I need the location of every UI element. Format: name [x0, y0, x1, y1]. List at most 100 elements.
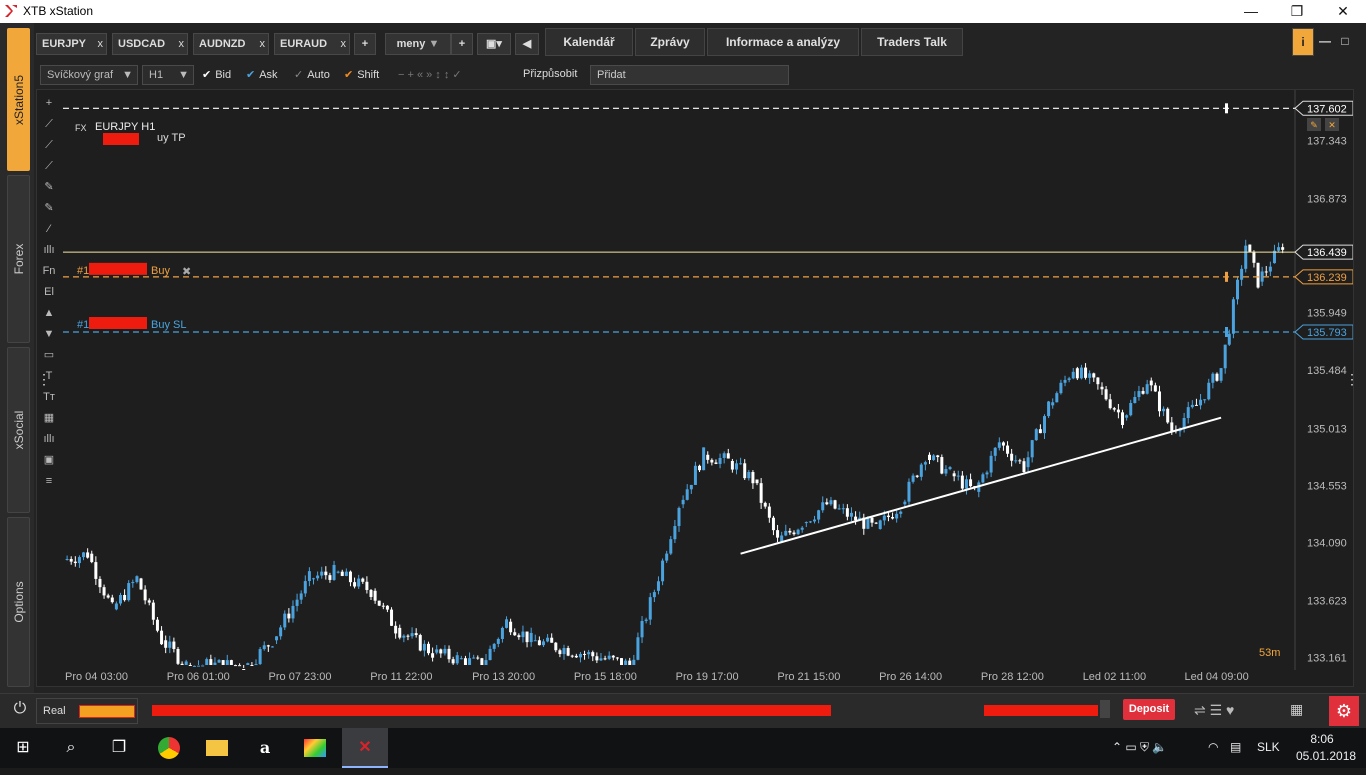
menu-informace[interactable]: Informace a analýzy [707, 28, 859, 56]
fit-toggle[interactable]: Přizpůsobit [523, 68, 577, 80]
bid-toggle[interactable]: ✔ Bid [202, 68, 231, 81]
zoom-controls[interactable]: − + « » ↕ ↕ ✓ [398, 68, 462, 81]
back-button[interactable]: ◀ [515, 33, 539, 55]
layout-icons[interactable]: ⇌ ☰ ♥ [1194, 702, 1234, 719]
symbol-tab-euraud[interactable]: EURAUD x [274, 33, 350, 55]
symbol-tab-eurjpy[interactable]: EURJPY x [36, 33, 107, 55]
draw-tool-icon[interactable]: Tт [38, 387, 60, 408]
candle-body [303, 581, 307, 594]
file-explorer-icon[interactable] [194, 728, 240, 768]
draw-tool-icon[interactable]: ⁄ [38, 219, 60, 240]
chrome-icon[interactable] [146, 728, 192, 768]
entry-drag-handle[interactable] [1225, 271, 1228, 282]
task-view-icon[interactable]: ❐ [96, 728, 142, 768]
candle-body [455, 655, 459, 664]
menu-zpravy[interactable]: Zprávy [635, 28, 705, 56]
candle-body [287, 613, 291, 619]
close-tab-icon[interactable]: x [179, 34, 185, 54]
candle-body [295, 599, 299, 606]
add-tab-button[interactable]: + [354, 33, 376, 55]
draw-tool-icon[interactable]: ⟋ [38, 156, 60, 177]
draw-tool-icon[interactable]: El [38, 282, 60, 303]
auto-toggle[interactable]: ✓ Auto [294, 68, 330, 81]
symbol-tab-usdcad[interactable]: USDCAD x [112, 33, 188, 55]
layout-select[interactable]: ▣▾ [477, 33, 511, 55]
power-icon[interactable]: ⏻ [9, 700, 31, 722]
y-tick-label: 135.949 [1307, 308, 1347, 320]
draw-tool-icon[interactable]: ▼ [38, 324, 60, 345]
minimize-button[interactable]: — [1228, 0, 1274, 23]
maximize-button[interactable]: ❐ [1274, 0, 1320, 23]
network-icon[interactable]: ◠ [1208, 740, 1218, 754]
tray-icons[interactable]: ⌃ ▭ ⛨ 🔈 [1112, 740, 1167, 755]
rail-tab-options[interactable]: Options [7, 517, 30, 687]
photos-app-icon[interactable] [292, 728, 338, 768]
candle-body [554, 642, 558, 651]
candle-body [98, 578, 102, 588]
info-button[interactable]: i [1292, 28, 1314, 56]
add-indicator-input[interactable]: Přidat [590, 65, 789, 85]
draw-tool-icon[interactable]: ⟋ [38, 114, 60, 135]
candle-body [891, 517, 895, 519]
draw-tool-icon[interactable]: Fn [38, 261, 60, 282]
settings-gear-icon[interactable]: ⚙ [1329, 696, 1359, 726]
timeframe-select[interactable]: H1 ▼ [142, 65, 194, 85]
account-selector[interactable]: Real [36, 698, 138, 724]
start-windows-icon[interactable]: ⊞ [0, 728, 46, 768]
sl-drag-handle[interactable] [1225, 326, 1228, 337]
symbol-tab-audnzd[interactable]: AUDNZD x [193, 33, 269, 55]
ask-toggle[interactable]: ✔ Ask [246, 68, 278, 81]
candle-body [373, 590, 377, 601]
amazon-icon[interactable]: a [242, 728, 288, 768]
calendar-icon[interactable]: ▦ [1290, 701, 1303, 718]
draw-tool-icon[interactable]: ▦ [38, 408, 60, 429]
candle-body [903, 501, 907, 505]
tp-drag-handle[interactable] [1225, 103, 1228, 114]
candle-body [209, 659, 213, 665]
draw-tool-icon[interactable]: ✎ [38, 198, 60, 219]
draw-tool-icon[interactable]: ▭ [38, 345, 60, 366]
draw-tool-icon[interactable]: ≡ [38, 471, 60, 492]
menu-kalendar[interactable]: Kalendář [545, 28, 633, 56]
draw-tool-icon[interactable]: ⟋ [38, 135, 60, 156]
chart-type-select[interactable]: Svíčkový graf ▼ [40, 65, 138, 85]
trendline[interactable] [740, 416, 1222, 555]
notifications-icon[interactable]: ▤ [1230, 740, 1241, 754]
panel-minimize-button[interactable]: — [1316, 28, 1334, 56]
window-titlebar: XTB xStation — ❐ ✕ [0, 0, 1366, 23]
rail-tab-forex[interactable]: Forex [7, 175, 30, 343]
draw-tool-icon[interactable]: + [38, 93, 60, 114]
draw-tool-icon[interactable]: ▲ [38, 303, 60, 324]
xtb-taskbar-icon[interactable]: ✕ [342, 728, 388, 768]
deposit-button[interactable]: Deposit [1123, 699, 1175, 720]
menu-traders-talk[interactable]: Traders Talk [861, 28, 963, 56]
draw-tool-icon[interactable]: ıllı [38, 429, 60, 450]
price-chart[interactable]: 137.343 136.873 135.949 135.484 135.013 134.5… [37, 90, 1353, 686]
add-group-button[interactable]: + [451, 33, 473, 55]
close-tab-icon[interactable]: x [98, 34, 104, 54]
scroll-handle[interactable] [1100, 700, 1110, 718]
shift-toggle[interactable]: ✔ Shift [344, 68, 379, 81]
candle-body [217, 660, 221, 663]
rail-tab-xsocial[interactable]: xSocial [7, 347, 30, 513]
candle-body [90, 553, 94, 563]
candle-body [915, 475, 919, 477]
candle-body [1129, 403, 1133, 416]
close-tab-icon[interactable]: x [341, 34, 347, 54]
draw-tool-icon[interactable]: ıllı [38, 240, 60, 261]
candle-body [353, 582, 357, 587]
close-window-button[interactable]: ✕ [1320, 0, 1366, 23]
draw-tool-icon[interactable]: ▣ [38, 450, 60, 471]
search-icon[interactable]: ⌕ [48, 728, 94, 768]
tab-group-select[interactable]: meny ▼ [385, 33, 451, 55]
close-tab-icon[interactable]: x [260, 34, 266, 54]
chart-panel[interactable]: 137.343 136.873 135.949 135.484 135.013 134.5… [36, 89, 1354, 687]
input-language[interactable]: SLK [1257, 740, 1280, 754]
clock[interactable]: 8:06 05.01.2018 [1296, 732, 1356, 763]
rail-tab-xstation5[interactable]: xStation5 [7, 28, 30, 171]
candle-body [833, 500, 837, 509]
panel-maximize-button[interactable]: □ [1336, 28, 1354, 56]
draw-tool-icon[interactable]: T [38, 366, 60, 387]
candle-body [587, 652, 591, 655]
draw-tool-icon[interactable]: ✎ [38, 177, 60, 198]
